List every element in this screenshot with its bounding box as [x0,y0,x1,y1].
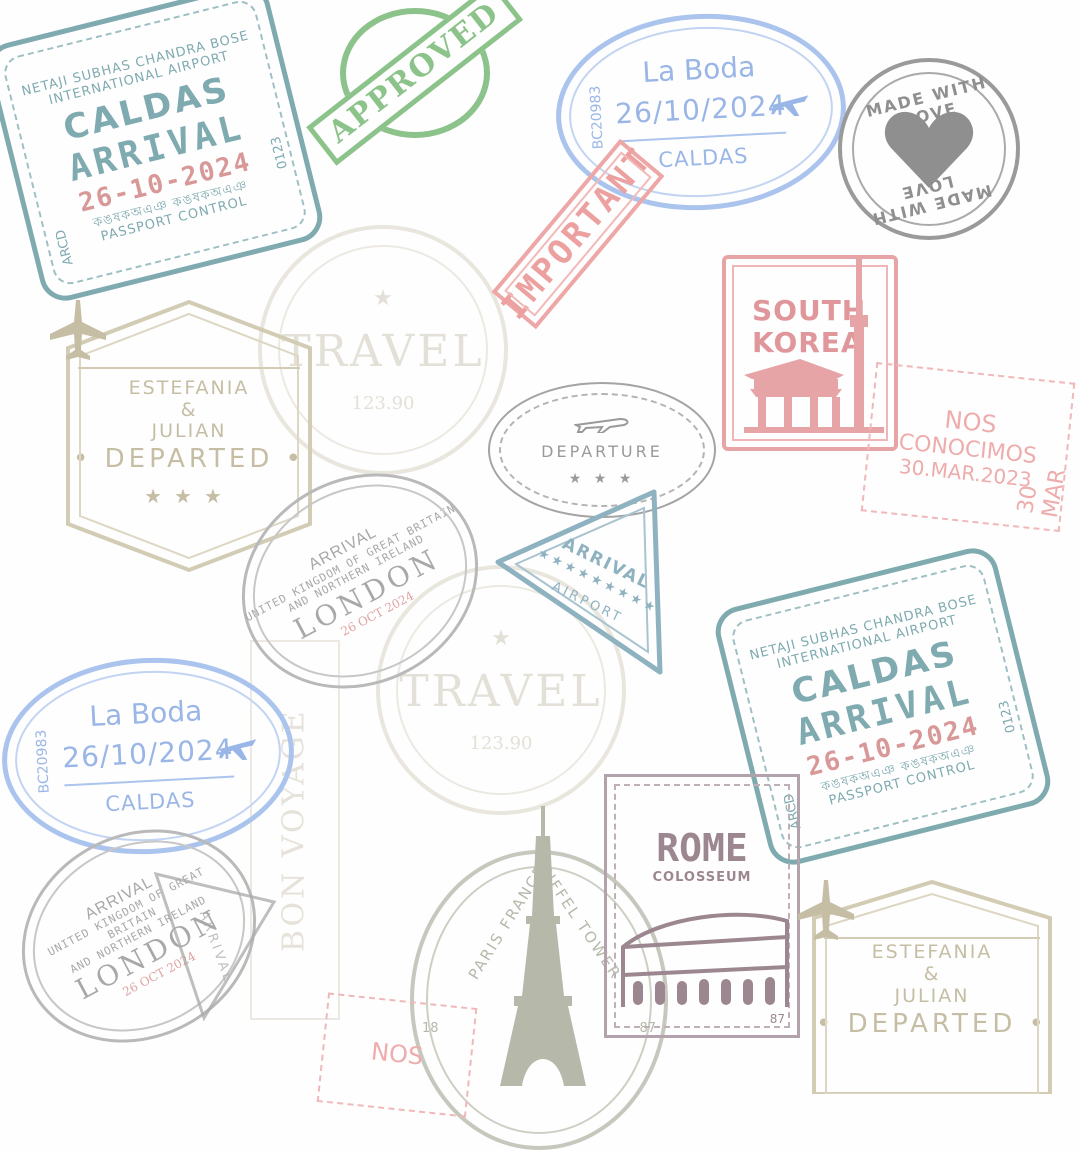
estefania-julian-stamp-2: ESTEFANIA & JULIAN • DEPARTED • [796,878,1068,1094]
boda-code: BC20983 [33,729,53,794]
airplane-icon [216,732,260,764]
approved-stamp: APPROVED [306,0,524,166]
rome-number: 87 [769,1012,785,1027]
arrival-triangle-stamp-small: ARRIVAL [150,862,280,1022]
airplane-icon [768,88,812,120]
nos-conocimos-stamp-bottom: NOS [316,992,478,1118]
caldas-arrival-stamp: NETAJI SUBHAS CHANDRA BOSE INTERNATIONAL… [0,0,328,307]
nos-side-date: 30 MAR [1013,466,1071,520]
rome-colosseum-stamp: ROME COLOSSEUM 87 [604,774,800,1038]
palace-tower-icon [740,255,890,435]
boda-code: BC20983 [587,85,607,150]
eiffel-tower-icon [498,806,588,1086]
colosseum-icon [619,897,791,1015]
arrival-triangle-stamp: ARRIVAL ★★★★★★★★★ AIRPORT [488,486,668,676]
made-with-love-stamp: MADE WITH LOVE MADE WITH LOVE [838,58,1020,240]
nos-line1: NOS [369,1037,425,1071]
